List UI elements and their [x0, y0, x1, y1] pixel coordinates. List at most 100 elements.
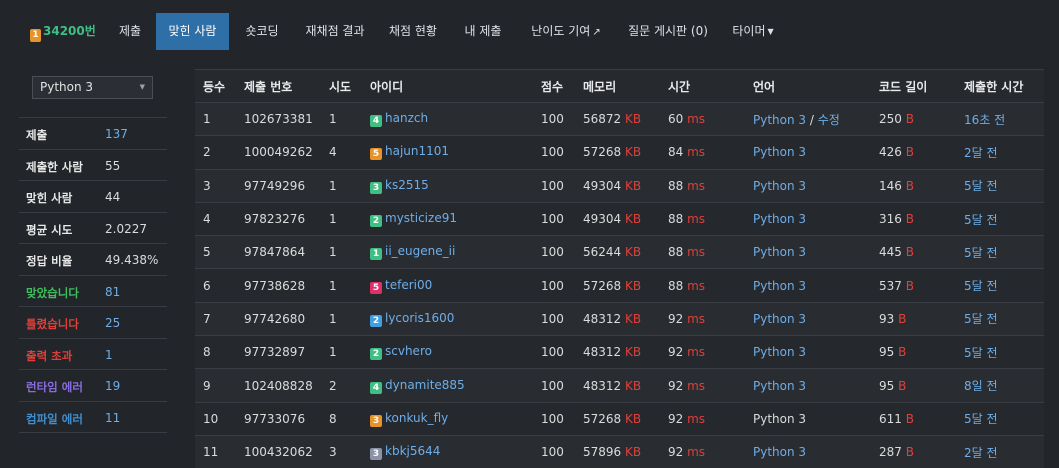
user-cell: 5hajun1101 [362, 136, 533, 169]
column-header: 시간 [660, 70, 745, 103]
table-row: 1110043206233kbkj564410057896 KB92 msPyt… [195, 435, 1044, 468]
column-header: 아이디 [362, 70, 533, 103]
user-link[interactable]: teferi00 [385, 278, 432, 292]
user-link[interactable]: lycoris1600 [385, 311, 454, 325]
memory-unit: KB [625, 179, 641, 193]
submit-time-link[interactable]: 5달 전 [964, 179, 998, 193]
language-link[interactable]: Python 3 [753, 312, 806, 326]
submit-time-link[interactable]: 5달 전 [964, 279, 998, 293]
user-cell: 4hanzch [362, 103, 533, 136]
table-row: 910240882824dynamite88510048312 KB92 msP… [195, 369, 1044, 402]
submit-time-cell: 8일 전 [956, 369, 1044, 402]
tab-accepted-users[interactable]: 맞힌 사람 [156, 13, 229, 50]
language-link[interactable]: Python 3 [753, 379, 806, 393]
tier-icon: 3 [370, 448, 382, 460]
memory-cell: 48312 KB [575, 336, 660, 369]
stat-value[interactable]: 11 [105, 411, 120, 425]
stat-label: 컴파일 에러 [26, 411, 83, 427]
memory-cell: 57896 KB [575, 435, 660, 468]
user-link[interactable]: konkuk_fly [385, 411, 448, 425]
code-length-unit: B [906, 412, 914, 426]
stat-value[interactable]: 25 [105, 316, 120, 330]
stat-value[interactable]: 81 [105, 285, 120, 299]
memory-value: 48312 [583, 345, 621, 359]
code-length-value: 95 [879, 345, 894, 359]
memory-cell: 57268 KB [575, 402, 660, 435]
submit-time-link[interactable]: 2달 전 [964, 146, 998, 160]
stat-value[interactable]: 137 [105, 127, 128, 141]
submit-time-cell: 5달 전 [956, 169, 1044, 202]
memory-unit: KB [625, 245, 641, 259]
user-link[interactable]: scvhero [385, 344, 432, 358]
memory-cell: 48312 KB [575, 369, 660, 402]
tab-short-coding[interactable]: 숏코딩 [231, 13, 293, 50]
code-length-value: 445 [879, 245, 902, 259]
submit-time-cell: 16초 전 [956, 103, 1044, 136]
rank-cell: 1 [195, 103, 236, 136]
language-link[interactable]: Python 3 [753, 279, 806, 293]
tab-timer[interactable]: 타이머▼ [722, 13, 784, 50]
submit-time-link[interactable]: 5달 전 [964, 312, 998, 326]
stat-label: 평균 시도 [26, 222, 72, 238]
tab-difficulty-contribution[interactable]: 난이도 기여↗ [518, 13, 614, 50]
tier-icon: 5 [370, 282, 382, 294]
submit-time-link[interactable]: 8일 전 [964, 379, 998, 393]
user-link[interactable]: ii_eugene_ii [385, 244, 455, 258]
submit-time-link[interactable]: 5달 전 [964, 213, 998, 227]
user-link[interactable]: mysticize91 [385, 211, 457, 225]
memory-cell: 57268 KB [575, 136, 660, 169]
submit-time-link[interactable]: 16초 전 [964, 113, 1005, 127]
submit-time-link[interactable]: 5달 전 [964, 412, 998, 426]
tier-badge-icon: 1 [30, 29, 41, 42]
submission-id-cell: 97823276 [236, 202, 321, 235]
rank-cell: 8 [195, 336, 236, 369]
user-cell: 2scvhero [362, 336, 533, 369]
submit-time-link[interactable]: 5달 전 [964, 346, 998, 360]
stat-value[interactable]: 1 [105, 348, 113, 362]
stats-panel: 제출137제출한 사람55맞힌 사람44평균 시도2.0227정답 비율49.4… [19, 117, 167, 433]
language-select[interactable]: Python 3 ▼ [32, 76, 153, 99]
time-cell: 88 ms [660, 202, 745, 235]
score-cell: 100 [533, 169, 575, 202]
submit-time-cell: 5달 전 [956, 402, 1044, 435]
time-cell: 88 ms [660, 236, 745, 269]
language-cell: Python 3 [745, 302, 871, 335]
user-link[interactable]: dynamite885 [385, 378, 465, 392]
submission-id-cell: 97749296 [236, 169, 321, 202]
tab-judge-status[interactable]: 채점 현황 [377, 13, 449, 50]
submit-time-link[interactable]: 5달 전 [964, 246, 998, 260]
language-link[interactable]: Python 3 [753, 113, 806, 127]
tier-icon: 1 [370, 248, 382, 260]
problem-id-link[interactable]: 134200번 [30, 13, 94, 50]
language-link[interactable]: Python 3 [753, 179, 806, 193]
user-link[interactable]: hajun1101 [385, 144, 449, 158]
code-length-value: 426 [879, 145, 902, 159]
code-length-unit: B [906, 112, 914, 126]
language-link[interactable]: Python 3 [753, 212, 806, 226]
table-row: 69773862815teferi0010057268 KB88 msPytho… [195, 269, 1044, 302]
code-length-cell: 611 B [871, 402, 956, 435]
language-link[interactable]: Python 3 [753, 445, 806, 459]
tries-cell: 1 [321, 169, 362, 202]
tab-rejudge-results[interactable]: 재채점 결과 [295, 13, 375, 50]
tab-question-board[interactable]: 질문 게시판 (0) [618, 13, 718, 50]
code-length-value: 316 [879, 212, 902, 226]
tab-submit[interactable]: 제출 [106, 13, 154, 50]
user-link[interactable]: ks2515 [385, 178, 429, 192]
stat-value[interactable]: 19 [105, 379, 120, 393]
tab-my-submissions[interactable]: 내 제출 [451, 13, 515, 50]
language-link[interactable]: Python 3 [753, 345, 806, 359]
user-link[interactable]: hanzch [385, 111, 428, 125]
time-cell: 92 ms [660, 336, 745, 369]
language-link[interactable]: Python 3 [753, 245, 806, 259]
stat-row: 틀렸습니다25 [19, 307, 167, 339]
stat-value: 49.438% [105, 253, 158, 267]
memory-cell: 49304 KB [575, 169, 660, 202]
user-link[interactable]: kbkj5644 [385, 444, 440, 458]
language-link[interactable]: Python 3 [753, 145, 806, 159]
stat-label: 출력 초과 [26, 348, 72, 364]
submit-time-link[interactable]: 2달 전 [964, 446, 998, 460]
edit-link[interactable]: 수정 [818, 113, 840, 127]
code-length-cell: 93 B [871, 302, 956, 335]
time-cell: 84 ms [660, 136, 745, 169]
